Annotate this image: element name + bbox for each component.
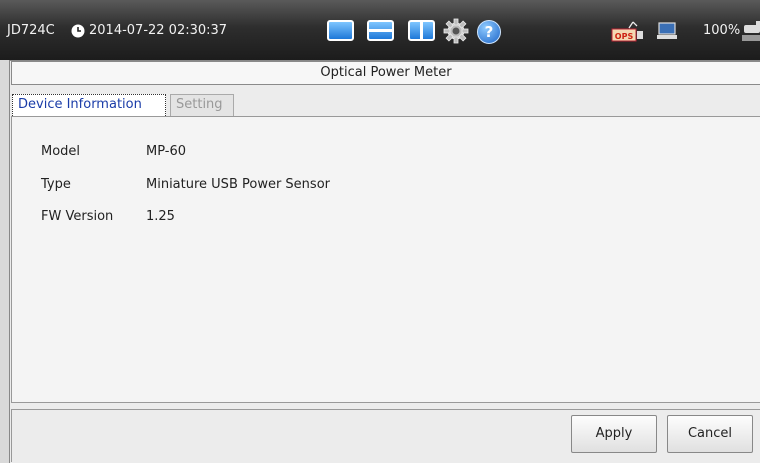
fw-version-label: FW Version [41, 209, 114, 224]
datetime-readout: 2014-07-22 02:30:37 [89, 23, 228, 38]
status-bar: JD724C 2014-07-22 02:30:37 ? OPS 100% [0, 0, 760, 60]
clock-icon [71, 24, 85, 38]
laptop-icon [657, 22, 677, 39]
device-name: JD724C [7, 23, 55, 38]
cancel-button[interactable]: Cancel [667, 415, 753, 453]
type-label: Type [41, 177, 71, 192]
tab-setting[interactable]: Setting [170, 94, 234, 116]
apply-button[interactable]: Apply [571, 415, 657, 453]
tab-device-information[interactable]: Device Information [12, 94, 166, 116]
type-value: Miniature USB Power Sensor [146, 177, 330, 192]
split-vertical-view-icon[interactable] [408, 20, 435, 41]
gear-icon[interactable] [443, 18, 469, 44]
window-title: Optical Power Meter [11, 61, 760, 85]
model-label: Model [41, 144, 81, 159]
ops-icon[interactable]: OPS [611, 20, 645, 42]
split-horizontal-view-icon[interactable] [367, 20, 394, 41]
power-plug-icon [742, 21, 760, 41]
ops-label: OPS [615, 32, 634, 41]
model-value: MP-60 [146, 144, 187, 159]
help-icon[interactable]: ? [477, 20, 501, 44]
single-view-icon[interactable] [327, 20, 354, 41]
device-info-panel [11, 116, 760, 403]
battery-level: 100% [703, 23, 741, 38]
fw-version-value: 1.25 [146, 209, 175, 224]
